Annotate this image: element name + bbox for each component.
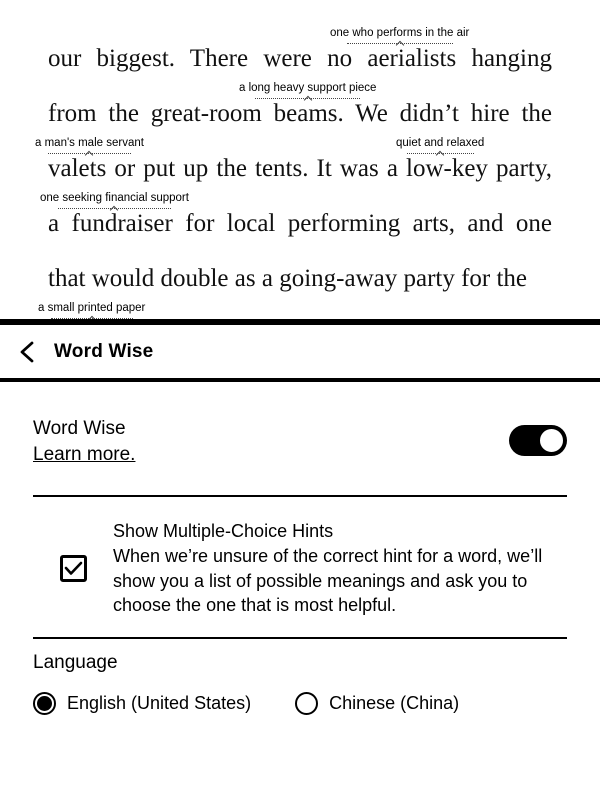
word-wise-hint-text: one seeking financial support [40,192,189,204]
word-wise-hint-text: one who performs in the air [330,27,470,39]
book-line: from the great-room beams. We didn’t hir… [0,101,600,126]
word-wise-hint[interactable]: a long heavy support piece [239,82,377,101]
language-radio-group: English (United States) Chinese (China) [33,691,567,725]
show-hints-checkbox[interactable] [60,555,87,583]
language-section: Language English (United States) Chinese… [33,639,567,725]
panel-body: Word Wise Learn more. Show Multiple-Choi… [0,382,600,725]
word-wise-hint-text: a long heavy support piece [239,82,377,94]
word-wise-hint-text: quiet and relaxed [396,137,485,149]
word-wise-toggle-row: Word Wise Learn more. [33,382,567,495]
book-line-text: a fundraiser for local performing arts, … [48,210,552,237]
book-line: a fundraiser for local performing arts, … [0,211,600,236]
word-wise-hint[interactable]: a small printed paper [38,302,146,320]
chevron-left-icon[interactable] [14,339,40,365]
panel-header: Word Wise [0,325,600,382]
toggle-knob [539,428,564,453]
language-option-label: Chinese (China) [329,692,460,713]
word-wise-hint[interactable]: quiet and relaxed [396,137,485,156]
book-line-text: our biggest. There were no aerialists ha… [48,45,552,72]
book-line: our biggest. There were no aerialists ha… [0,46,600,71]
word-wise-hint-text: a small printed paper [38,302,146,314]
word-wise-toggle[interactable] [509,425,567,456]
book-reader-pane[interactable]: one who performs in the air our biggest.… [0,0,600,319]
page-title: Word Wise [54,340,154,362]
learn-more-link[interactable]: Learn more. [33,443,135,466]
word-wise-hint[interactable]: one seeking financial support [40,192,189,211]
show-hints-title: Show Multiple-Choice Hints [113,521,334,542]
language-label: Language [33,651,118,673]
multiple-choice-hints-row: Show Multiple-Choice Hints When we’re un… [33,497,567,637]
word-wise-settings-panel: Word Wise Word Wise Learn more. Show Mul… [0,325,600,725]
word-wise-hint[interactable]: one who performs in the air [330,27,470,46]
word-wise-hint[interactable]: a man's male servant [35,137,144,156]
language-option-chinese[interactable]: Chinese (China) [295,691,460,715]
hint-underline [38,317,145,320]
multiple-choice-hints-text: Show Multiple-Choice Hints When we’re un… [113,519,567,618]
book-line-text: from the great-room beams. We didn’t hir… [48,100,552,127]
book-line: that would double as a going-away party … [0,266,600,291]
word-wise-hint-text: a man's male servant [35,137,144,149]
book-line-text: that would double as a going-away party … [48,265,528,292]
radio-chinese[interactable] [295,691,319,715]
language-option-english[interactable]: English (United States) [33,691,252,715]
book-line: valets or put up the tents. It was a low… [0,156,600,181]
show-hints-description: When we’re unsure of the correct hint fo… [113,546,543,616]
checkmark-icon [64,561,83,575]
word-wise-labels: Word Wise Learn more. [33,416,135,466]
language-option-label: English (United States) [67,692,252,713]
word-wise-label: Word Wise [33,418,126,439]
radio-english[interactable] [33,691,56,715]
book-line-text: valets or put up the tents. It was a low… [48,155,552,182]
